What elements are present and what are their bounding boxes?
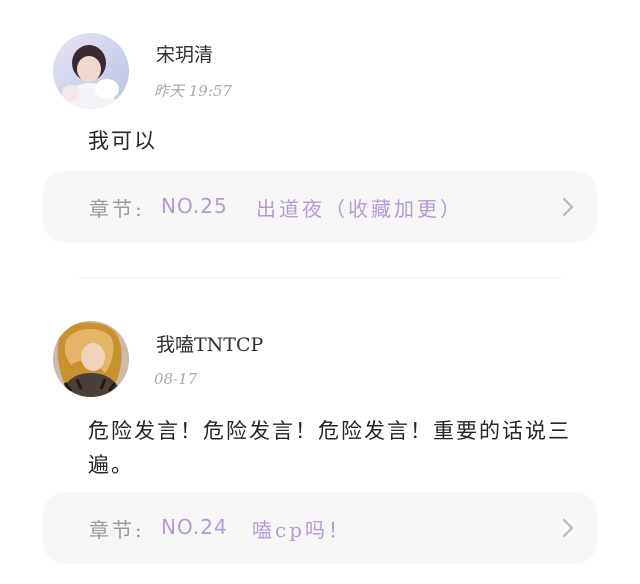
chapter-title: 出道夜（收藏加更） [256,197,463,221]
chapter-number: NO.25 [161,194,228,218]
timestamp: 08-17 [154,370,198,388]
username[interactable]: 我嗑TNTCP [156,330,263,357]
chapter-title: 嗑cp吗！ [252,518,352,542]
chevron-right-icon [562,197,574,217]
comment-text: 我可以 [88,129,157,153]
avatar[interactable] [53,321,129,397]
chapter-label: 章节: [89,197,145,221]
chapter-link-card[interactable]: 章节: NO.25 出道夜（收藏加更） [43,171,597,243]
chapter-link-card[interactable]: 章节: NO.24 嗑cp吗！ [43,492,597,564]
username[interactable]: 宋玥清 [156,40,213,67]
chapter-label: 章节: [89,518,145,542]
comment-item: 我嗑TNTCP 08-17 危险发言！危险发言！危险发言！重要的话说三遍。 章节… [0,290,640,584]
chevron-right-icon [562,518,574,538]
avatar-image [53,33,129,109]
comment-item: 宋玥清 昨天 19:57 我可以 章节: NO.25 出道夜（收藏加更） [0,0,640,270]
divider [78,277,562,278]
chapter-number: NO.24 [161,515,228,539]
timestamp: 昨天 19:57 [154,82,232,100]
avatar[interactable] [53,33,129,109]
avatar-image [53,321,129,397]
comment-text: 危险发言！危险发言！危险发言！重要的话说三遍。 [88,419,571,477]
